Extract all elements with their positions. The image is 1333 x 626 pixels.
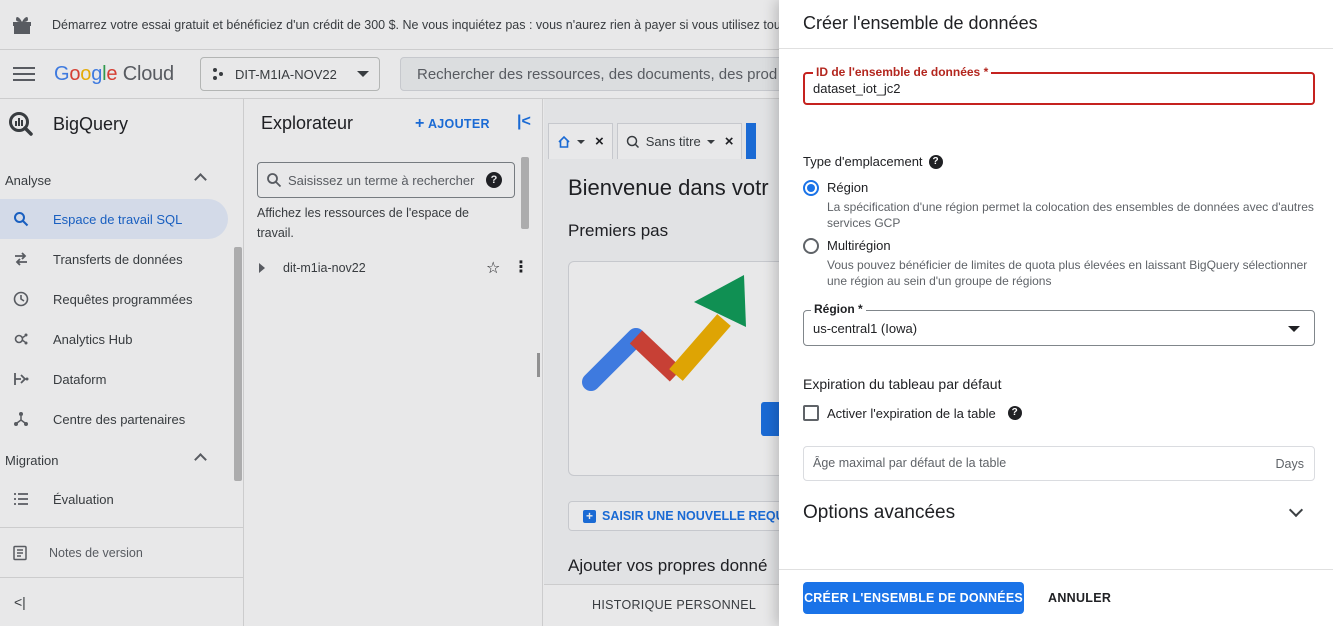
location-type-heading: Type d'emplacement ? xyxy=(803,154,943,169)
expiration-heading: Expiration du tableau par défaut xyxy=(803,376,1002,392)
region-select[interactable]: Région * us-central1 (Iowa) xyxy=(803,302,1315,346)
region-option[interactable]: Région La spécification d'une région per… xyxy=(803,180,1315,230)
advanced-options-toggle[interactable]: Options avancées xyxy=(803,502,1315,528)
cancel-button[interactable]: ANNULER xyxy=(1037,582,1122,614)
divider xyxy=(779,48,1333,49)
multiregion-radio[interactable] xyxy=(803,238,819,254)
expiration-checkbox-row[interactable]: Activer l'expiration de la table ? xyxy=(803,405,1022,421)
dataset-id-label: ID de l'ensemble de données * xyxy=(813,65,992,79)
panel-title: Créer l'ensemble de données xyxy=(803,13,1038,33)
region-value: us-central1 (Iowa) xyxy=(813,321,918,336)
dataset-id-field: ID de l'ensemble de données * xyxy=(803,65,1315,105)
help-icon[interactable]: ? xyxy=(1007,406,1022,420)
chevron-down-icon xyxy=(1288,502,1304,518)
dataset-id-input[interactable] xyxy=(813,81,1303,96)
modal-scrim[interactable] xyxy=(0,0,779,626)
advanced-options-label: Options avancées xyxy=(803,502,956,523)
max-age-input[interactable] xyxy=(813,456,1253,470)
caret-down-icon xyxy=(1288,326,1300,332)
max-age-field: Days xyxy=(803,446,1315,481)
create-dataset-panel: Créer l'ensemble de données ID de l'ense… xyxy=(779,0,1333,626)
days-suffix: Days xyxy=(1275,457,1304,471)
multiregion-option[interactable]: Multirégion Vous pouvez bénéficier de li… xyxy=(803,238,1315,288)
region-radio[interactable] xyxy=(803,180,819,196)
divider xyxy=(779,569,1333,570)
expiration-checkbox[interactable] xyxy=(803,405,819,421)
help-icon[interactable]: ? xyxy=(928,154,943,169)
region-label: Région * xyxy=(811,302,866,316)
create-dataset-button[interactable]: CRÉER L'ENSEMBLE DE DONNÉES xyxy=(803,582,1024,614)
